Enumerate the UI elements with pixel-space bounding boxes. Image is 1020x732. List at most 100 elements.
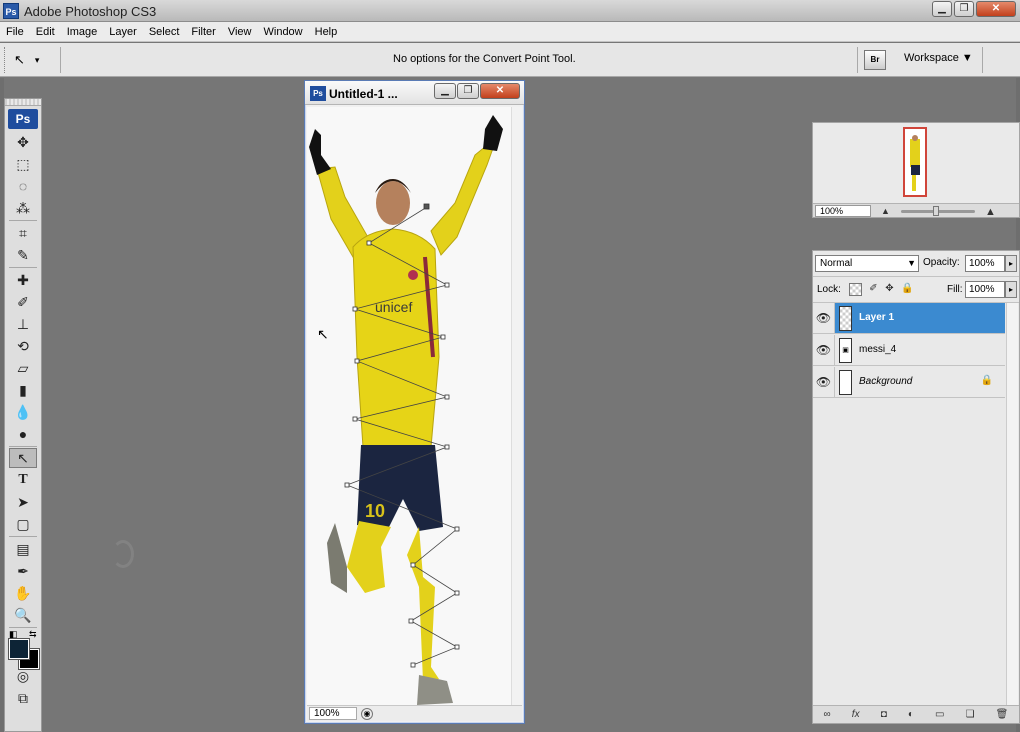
gradient-tool-icon[interactable]: ▮ (5, 379, 41, 401)
zoom-out-icon[interactable]: ▲ (881, 206, 890, 216)
swap-colors-icon[interactable]: ⇆ (29, 629, 37, 640)
menu-select[interactable]: Select (143, 22, 186, 41)
navigator-preview[interactable] (813, 123, 1019, 203)
dodge-tool-icon[interactable]: ● (5, 423, 41, 445)
brush-tool-icon[interactable]: ✐ (5, 291, 41, 313)
menu-edit[interactable]: Edit (30, 22, 61, 41)
eyedropper-tool-icon[interactable]: ✒ (5, 560, 41, 582)
opacity-input[interactable]: 100% (965, 255, 1005, 272)
clone-stamp-tool-icon[interactable]: ⊥ (5, 313, 41, 335)
convert-point-tool-icon: ↖ (14, 52, 25, 67)
marquee-tool-icon[interactable]: ⬚ (5, 153, 41, 175)
photoshop-logo[interactable]: Ps (8, 109, 38, 129)
path-selection-tool-icon[interactable]: ➤ (5, 491, 41, 513)
bridge-button[interactable]: Br (864, 50, 886, 70)
navigator-panel: 100% ▲ ▲ (812, 122, 1020, 218)
type-tool-icon[interactable]: T (5, 469, 41, 491)
move-tool-icon[interactable]: ✥ (5, 131, 41, 153)
toolbox-separator (9, 627, 37, 628)
menu-image[interactable]: Image (61, 22, 104, 41)
fill-input[interactable]: 100% (965, 281, 1005, 298)
toolbox-grip[interactable] (5, 99, 41, 106)
menu-filter[interactable]: Filter (185, 22, 221, 41)
tool-preset-picker[interactable]: ↖ ▾ (14, 51, 54, 69)
zoom-in-icon[interactable]: ▲ (985, 206, 996, 218)
blend-mode-value: Normal (820, 258, 853, 269)
lock-transparent-pixels-icon[interactable] (849, 283, 862, 296)
chevron-down-icon: ▾ (34, 54, 40, 65)
toolbox-separator (9, 220, 37, 221)
document-window: Ps Untitled-1 ... ▁ ❐ ✕ unicef 10 100% ◉ (304, 80, 525, 724)
eye-icon[interactable]: 👁 (813, 367, 835, 397)
caret-down-icon: ▼ (961, 52, 973, 64)
delete-layer-icon[interactable]: 🗑 (996, 709, 1009, 720)
close-button[interactable]: ✕ (976, 1, 1016, 17)
layer-thumbnail (839, 370, 852, 395)
layer-name: Layer 1 (859, 312, 895, 323)
document-close-button[interactable]: ✕ (480, 83, 520, 99)
layer-row-layer-1[interactable]: 👁 Layer 1 (813, 303, 1005, 334)
navigator-zoom-slider-handle[interactable] (933, 206, 939, 216)
eye-icon[interactable]: 👁 (813, 335, 835, 365)
menu-view[interactable]: View (222, 22, 258, 41)
foreground-color-swatch[interactable] (8, 638, 30, 660)
new-group-icon[interactable]: ▭ (935, 709, 944, 720)
navigator-zoom-field[interactable]: 100% (815, 205, 871, 217)
slice-tool-icon[interactable]: ✎ (5, 244, 41, 266)
toolbox-separator (9, 267, 37, 268)
layers-scrollbar[interactable] (1006, 303, 1018, 705)
lock-image-pixels-icon[interactable]: ✐ (867, 283, 880, 296)
layer-style-icon[interactable]: fx (852, 709, 860, 720)
lock-all-icon[interactable]: 🔒 (901, 283, 914, 296)
zoom-tool-icon[interactable]: 🔍 (5, 604, 41, 626)
rectangle-tool-icon[interactable]: ▢ (5, 513, 41, 535)
document-canvas[interactable]: unicef 10 (307, 107, 511, 707)
opacity-label: Opacity: (923, 257, 960, 268)
convert-point-tool-icon[interactable]: ↖ (9, 448, 37, 468)
navigator-thumbnail (910, 135, 920, 191)
options-message: No options for the Convert Point Tool. (393, 53, 576, 65)
document-maximize-button[interactable]: ❐ (457, 83, 479, 99)
menu-window[interactable]: Window (258, 22, 309, 41)
healing-brush-tool-icon[interactable]: ✚ (5, 269, 41, 291)
document-title-bar[interactable]: Ps Untitled-1 ... ▁ ❐ ✕ (305, 81, 524, 105)
lock-position-icon[interactable]: ✥ (883, 283, 896, 296)
lasso-tool-icon[interactable]: ◌ (5, 175, 41, 197)
menu-help[interactable]: Help (309, 22, 344, 41)
layer-row-background[interactable]: 👁 Background 🔒 (813, 367, 1005, 398)
screen-mode-icon[interactable]: ⧉ (5, 687, 41, 709)
menu-file[interactable]: File (0, 22, 30, 41)
layer-mask-icon[interactable]: ◘ (881, 709, 887, 720)
layers-panel: Normal ▼ Opacity: 100% ▸ Lock: ✐ ✥ 🔒 Fil… (812, 250, 1020, 724)
notes-tool-icon[interactable]: ▤ (5, 538, 41, 560)
workspace-menu[interactable]: Workspace ▼ (904, 52, 973, 64)
navigator-view-box[interactable] (903, 127, 927, 197)
layer-thumbnail (839, 306, 852, 331)
toolbox: Ps ✥ ⬚ ◌ ⁂ ⌗ ✎ ✚ ✐ ⊥ ⟲ ▱ ▮ 💧 ● ↖ T ➤ ▢ ▤… (4, 98, 42, 732)
fill-slider-button[interactable]: ▸ (1005, 281, 1017, 298)
document-minimize-button[interactable]: ▁ (434, 83, 456, 99)
hand-tool-icon[interactable]: ✋ (5, 582, 41, 604)
minimize-button[interactable]: ▁ (932, 1, 952, 17)
options-separator (982, 47, 983, 73)
document-zoom-field[interactable]: 100% (309, 707, 357, 720)
magic-wand-tool-icon[interactable]: ⁂ (5, 197, 41, 219)
eraser-tool-icon[interactable]: ▱ (5, 357, 41, 379)
blur-tool-icon[interactable]: 💧 (5, 401, 41, 423)
document-vertical-scrollbar[interactable] (511, 107, 522, 707)
new-layer-icon[interactable]: ❏ (966, 709, 975, 720)
options-bar-grip[interactable] (4, 47, 7, 73)
layer-row-messi-4[interactable]: 👁 ▣ messi_4 (813, 335, 1005, 366)
menu-layer[interactable]: Layer (103, 22, 143, 41)
crop-tool-icon[interactable]: ⌗ (5, 222, 41, 244)
status-info-icon[interactable]: ◉ (361, 708, 373, 720)
link-layers-icon[interactable]: ∞ (824, 709, 831, 720)
eye-icon[interactable]: 👁 (813, 303, 835, 333)
maximize-button[interactable]: ❐ (954, 1, 974, 17)
adjustment-layer-icon[interactable]: ◐ (908, 709, 914, 720)
lock-icon: 🔒 (980, 375, 993, 386)
toolbox-separator (9, 446, 37, 447)
opacity-slider-button[interactable]: ▸ (1005, 255, 1017, 272)
history-brush-tool-icon[interactable]: ⟲ (5, 335, 41, 357)
blend-mode-select[interactable]: Normal ▼ (815, 255, 919, 272)
